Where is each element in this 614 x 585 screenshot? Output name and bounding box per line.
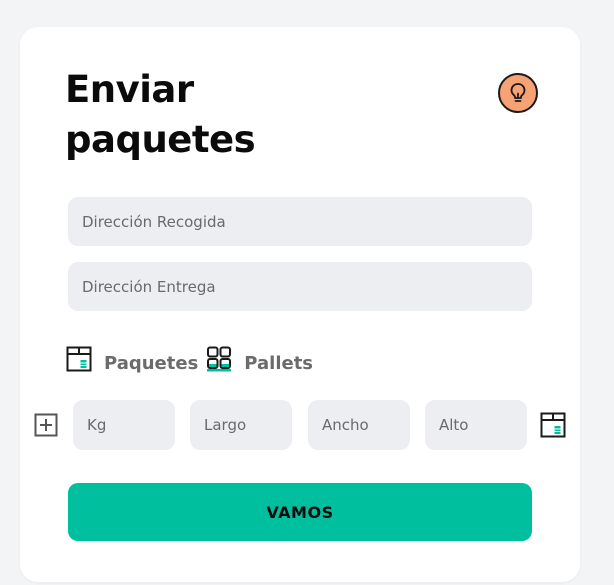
dimensions-row xyxy=(34,400,574,450)
type-option-pallets[interactable]: Pallets xyxy=(206,346,321,374)
type-label-paquetes: Paquetes xyxy=(104,352,199,374)
submit-button[interactable]: VAMOS xyxy=(68,483,532,541)
lightbulb-icon xyxy=(510,83,526,102)
package-icon[interactable] xyxy=(540,412,566,438)
package-icon xyxy=(66,346,92,372)
height-input[interactable] xyxy=(425,400,527,450)
lightbulb-button[interactable] xyxy=(498,73,538,113)
shipment-type-selector: Paquetes Pallets xyxy=(66,339,321,379)
title-line-1: Enviar xyxy=(65,65,255,115)
title-text-1: Enviar xyxy=(65,68,194,111)
pallets-icon xyxy=(207,346,232,372)
length-input[interactable] xyxy=(190,400,292,450)
delivery-address-input[interactable] xyxy=(68,262,532,311)
width-input[interactable] xyxy=(308,400,410,450)
title-text-2: paquetes xyxy=(65,118,256,161)
title-line-2: paquetes xyxy=(65,115,256,165)
type-label-pallets: Pallets xyxy=(244,352,314,374)
type-option-paquetes[interactable]: Paquetes xyxy=(66,346,206,374)
send-packages-card: Enviar paquetes Paquetes xyxy=(20,27,580,582)
weight-kg-input[interactable] xyxy=(73,400,175,450)
page-title: Enviar paquetes xyxy=(65,65,256,165)
pickup-address-input[interactable] xyxy=(68,197,532,246)
plus-square-icon[interactable] xyxy=(34,413,58,437)
